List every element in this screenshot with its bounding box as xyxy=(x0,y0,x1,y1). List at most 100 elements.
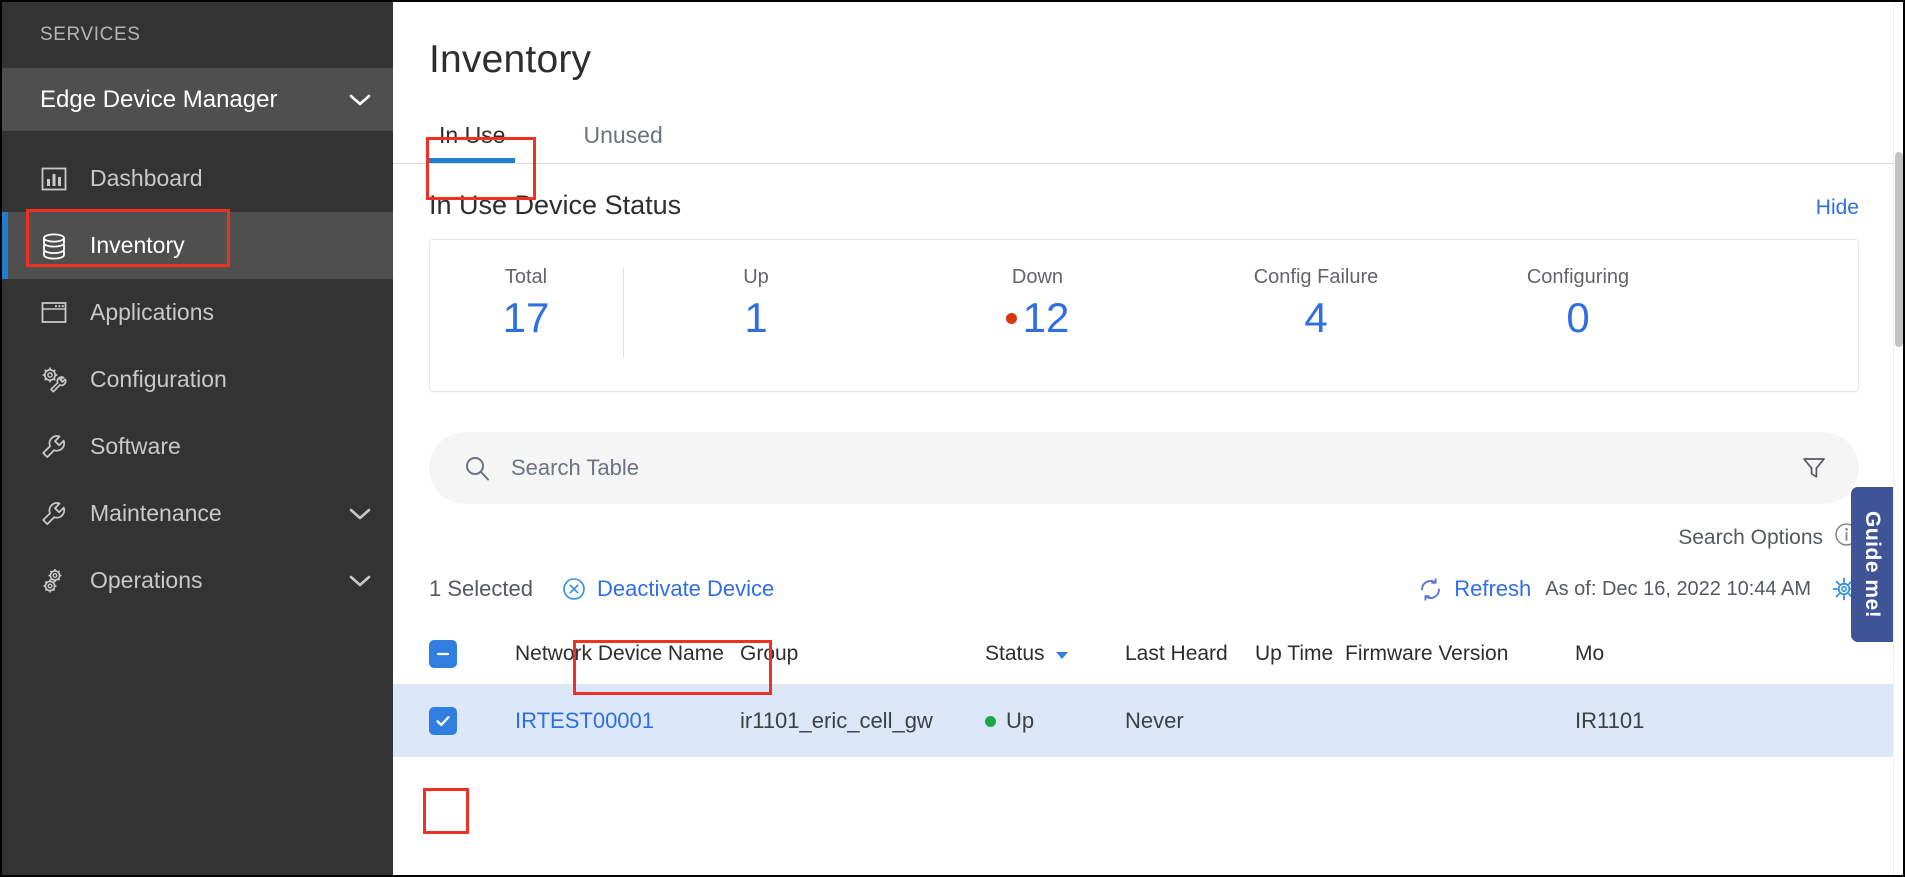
column-header-status-label: Status xyxy=(985,641,1045,665)
stat-down: Down 12 xyxy=(890,266,1185,341)
chevron-down-icon xyxy=(349,93,371,107)
stat-value: 1 xyxy=(744,294,768,341)
cell-last-heard: Never xyxy=(1125,708,1184,733)
column-header-firmware-version[interactable]: Firmware Version xyxy=(1345,642,1575,666)
column-header-last-heard[interactable]: Last Heard xyxy=(1125,642,1255,666)
stat-configuring: Configuring 0 xyxy=(1447,266,1709,341)
chart-bars-icon xyxy=(37,164,71,194)
sidebar-service-name: Edge Device Manager xyxy=(40,85,278,113)
status-section-title: In Use Device Status xyxy=(429,190,682,220)
sidebar-service-header[interactable]: Edge Device Manager xyxy=(2,68,393,131)
sidebar-item-label: Software xyxy=(90,433,181,459)
tab-label: Unused xyxy=(583,122,663,148)
search-options-row: Search Options xyxy=(393,504,1903,553)
table-action-row: 1 Selected Deactivate Device Refresh As … xyxy=(393,553,1903,615)
sidebar-item-operations[interactable]: Operations xyxy=(2,547,393,614)
status-header: In Use Device Status Hide xyxy=(393,164,1903,221)
status-down-dot xyxy=(1005,313,1017,325)
stat-value-wrap: 12 xyxy=(900,294,1175,341)
column-header-network-device-name[interactable]: Network Device Name xyxy=(515,642,740,666)
stat-value: 4 xyxy=(1304,294,1328,341)
stat-label: Configuring xyxy=(1526,266,1630,288)
sidebar-item-label: Applications xyxy=(90,299,215,325)
tab-label: In Use xyxy=(439,122,506,148)
window-icon xyxy=(37,298,71,328)
deactivate-label: Deactivate Device xyxy=(596,576,775,601)
chevron-down-icon xyxy=(349,507,371,521)
column-header-up-time[interactable]: Up Time xyxy=(1255,642,1345,666)
stat-label: Total xyxy=(504,266,548,288)
row-checkbox[interactable] xyxy=(429,707,457,735)
search-options-label[interactable]: Search Options xyxy=(1678,526,1823,550)
sidebar-item-label: Maintenance xyxy=(90,500,222,526)
stat-total: Total 17 xyxy=(430,266,624,359)
gears-icon xyxy=(37,566,71,596)
device-status-card: Total 17 Up 1 Down 12 Config Failure 4 C… xyxy=(429,239,1859,392)
database-icon xyxy=(37,231,71,261)
stat-value: 0 xyxy=(1566,294,1590,341)
stat-label: Config Failure xyxy=(1253,266,1379,288)
stat-value: 12 xyxy=(1022,294,1070,341)
chevron-down-icon xyxy=(349,574,371,588)
sort-caret-down-icon xyxy=(1055,642,1069,666)
guide-me-tab[interactable]: Guide me! xyxy=(1851,487,1893,642)
selected-count: 1 Selected xyxy=(429,576,533,601)
tab-bar: In Use Unused xyxy=(393,108,1903,164)
device-table: Network Device Name Group Status Last He… xyxy=(393,623,1903,757)
guide-me-label: Guide me! xyxy=(1861,510,1884,619)
cell-network-device-name[interactable]: IRTEST00001 xyxy=(515,708,740,734)
stat-value: 17 xyxy=(502,294,550,341)
cell-status-label: Up xyxy=(1006,708,1035,733)
status-up-dot xyxy=(985,715,996,727)
wrench-icon xyxy=(37,499,71,529)
refresh-label: Refresh xyxy=(1454,576,1532,601)
hide-link[interactable]: Hide xyxy=(1816,196,1859,220)
refresh-icon xyxy=(1417,576,1444,603)
refresh-button[interactable]: Refresh xyxy=(1417,576,1531,603)
table-header-row: Network Device Name Group Status Last He… xyxy=(393,623,1903,685)
select-all-checkbox[interactable] xyxy=(429,639,457,668)
column-header-status[interactable]: Status xyxy=(985,642,1125,666)
sidebar-services-label: SERVICES xyxy=(2,2,393,68)
stat-up: Up 1 xyxy=(622,266,890,341)
search-icon xyxy=(463,454,493,482)
gear-wrench-icon xyxy=(37,365,71,395)
sidebar-item-maintenance[interactable]: Maintenance xyxy=(2,480,393,547)
row-select-cell xyxy=(429,707,515,735)
search-bar[interactable] xyxy=(429,432,1859,504)
sidebar: SERVICES Edge Device Manager Dashboard I… xyxy=(2,2,393,875)
stat-label: Up xyxy=(743,266,769,288)
wrench-icon xyxy=(37,432,71,462)
tab-unused[interactable]: Unused xyxy=(573,122,672,163)
app-window: SERVICES Edge Device Manager Dashboard I… xyxy=(0,0,1905,877)
main-content: Inventory In Use Unused In Use Device St… xyxy=(393,2,1903,875)
sidebar-item-label: Inventory xyxy=(90,232,185,258)
page-title: Inventory xyxy=(429,38,592,81)
search-input[interactable] xyxy=(511,455,1801,481)
deactivate-circle-x-icon xyxy=(562,577,586,601)
column-header-group[interactable]: Group xyxy=(740,642,985,666)
select-all-cell xyxy=(429,639,515,668)
as-of-timestamp: As of: Dec 16, 2022 10:44 AM xyxy=(1545,577,1811,600)
table-row[interactable]: IRTEST00001 ir1101_eric_cell_gw Up Never… xyxy=(393,685,1903,757)
sidebar-item-label: Configuration xyxy=(90,366,227,392)
sidebar-item-label: Dashboard xyxy=(90,165,203,191)
sidebar-nav-list: Dashboard Inventory Applications Configu… xyxy=(2,131,393,614)
stat-config-failure: Config Failure 4 xyxy=(1185,266,1447,341)
deactivate-device-button[interactable]: Deactivate Device xyxy=(549,569,787,609)
cell-model: IR1101 xyxy=(1575,708,1645,733)
column-header-model[interactable]: Mo xyxy=(1575,642,1735,666)
filter-funnel-icon[interactable] xyxy=(1801,455,1829,481)
stat-label: Down xyxy=(1011,266,1064,288)
sidebar-item-configuration[interactable]: Configuration xyxy=(2,346,393,413)
sidebar-item-label: Operations xyxy=(90,567,203,593)
cell-group: ir1101_eric_cell_gw xyxy=(740,708,933,733)
sidebar-item-inventory[interactable]: Inventory xyxy=(2,212,393,279)
tab-in-use[interactable]: In Use xyxy=(429,122,516,163)
vertical-scrollbar[interactable] xyxy=(1893,2,1903,875)
sidebar-item-software[interactable]: Software xyxy=(2,413,393,480)
sidebar-item-dashboard[interactable]: Dashboard xyxy=(2,145,393,212)
sidebar-item-applications[interactable]: Applications xyxy=(2,279,393,346)
cell-status: Up xyxy=(985,708,1125,734)
scrollbar-thumb[interactable] xyxy=(1895,152,1903,347)
